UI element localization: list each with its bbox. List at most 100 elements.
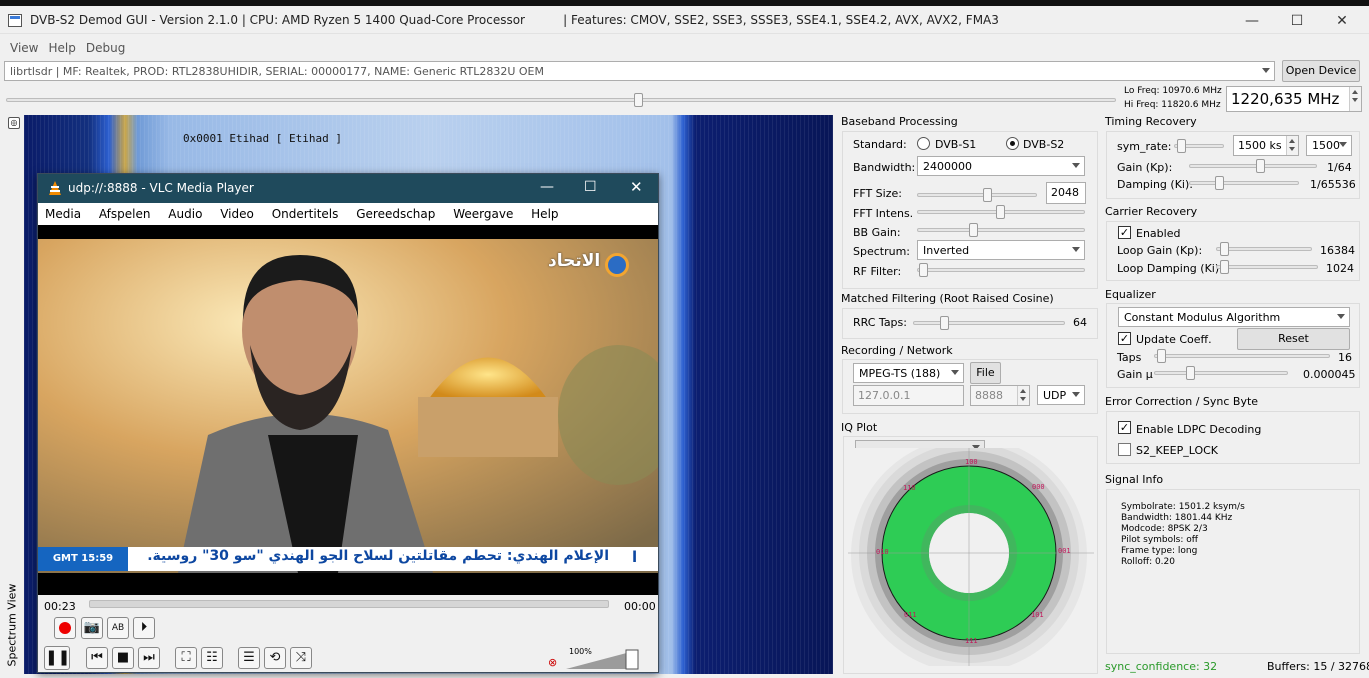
- taps-handle[interactable]: [1157, 349, 1166, 363]
- timing-damping-slider[interactable]: [1189, 176, 1299, 190]
- s2-keep-lock-checkbox[interactable]: [1118, 443, 1131, 456]
- eq-gain-handle[interactable]: [1186, 366, 1195, 380]
- spin-arrows-icon[interactable]: [1286, 136, 1298, 155]
- bb-gain-handle[interactable]: [969, 223, 978, 237]
- port-input[interactable]: 8888: [970, 385, 1030, 406]
- ldpc-label: Enable LDPC Decoding: [1136, 423, 1262, 436]
- device-select-value: librtlsdr | MF: Realtek, PROD: RTL2838UH…: [10, 65, 544, 78]
- vlc-maximize-button[interactable]: ☐: [584, 179, 597, 195]
- extended-settings-button[interactable]: ☷: [201, 647, 223, 669]
- dvb-s1-radio[interactable]: [917, 137, 930, 150]
- fft-intens-slider[interactable]: [917, 205, 1085, 219]
- vlc-window[interactable]: udp://:8888 - VLC Media Player — ☐ ✕ Med…: [37, 173, 659, 673]
- bb-gain-slider[interactable]: [917, 223, 1085, 237]
- vlc-menu-gereedschap[interactable]: Gereedschap: [349, 203, 442, 221]
- fft-size-handle[interactable]: [983, 188, 992, 202]
- timing-gain-slider[interactable]: [1189, 159, 1317, 173]
- camera-icon[interactable]: ◎: [8, 117, 20, 129]
- snapshot-button[interactable]: 📷: [81, 617, 103, 639]
- vlc-minimize-button[interactable]: —: [540, 179, 554, 195]
- playlist-button[interactable]: ☰: [238, 647, 260, 669]
- fullscreen-button[interactable]: ⛶: [175, 647, 197, 669]
- seek-bar[interactable]: [89, 600, 609, 608]
- repeat-icon: ⟲: [269, 650, 281, 665]
- vlc-menu-afspelen[interactable]: Afspelen: [92, 203, 158, 221]
- volume-slider[interactable]: [566, 648, 641, 670]
- loop-gain-slider[interactable]: [1216, 242, 1312, 256]
- reset-button[interactable]: Reset: [1237, 328, 1350, 350]
- sync-confidence: sync_confidence: 32: [1105, 660, 1218, 673]
- timing-damping-handle[interactable]: [1215, 176, 1224, 190]
- next-button[interactable]: ⏭: [138, 647, 160, 669]
- spectrum-view-tab[interactable]: Spectrum View: [2, 584, 20, 670]
- pause-button[interactable]: ❚❚: [44, 646, 70, 670]
- vlc-title: udp://:8888 - VLC Media Player: [68, 181, 254, 195]
- frame-step-button[interactable]: ⏵: [133, 617, 155, 639]
- fft-intens-handle[interactable]: [996, 205, 1005, 219]
- format-select[interactable]: MPEG-TS (188): [853, 363, 964, 383]
- ip-input[interactable]: 127.0.0.1: [853, 385, 964, 406]
- shuffle-button[interactable]: ⤨: [290, 647, 312, 669]
- rrc-taps-slider[interactable]: [913, 316, 1065, 330]
- vlc-menu-weergave[interactable]: Weergave: [446, 203, 520, 221]
- frequency-slider[interactable]: [6, 93, 1116, 107]
- timing-gain-handle[interactable]: [1256, 159, 1265, 173]
- sym-rate-handle[interactable]: [1177, 139, 1186, 153]
- previous-button[interactable]: ⏮: [86, 647, 108, 669]
- spin-arrows-icon[interactable]: [1017, 386, 1029, 405]
- signal-bandwidth: Bandwidth: 1801.44 KHz: [1121, 513, 1233, 523]
- eq-gain-slider[interactable]: [1154, 366, 1288, 380]
- sym-rate-input[interactable]: 1500 ks: [1233, 135, 1299, 156]
- taps-value: 16: [1338, 351, 1352, 364]
- carrier-enabled-checkbox[interactable]: ✓: [1118, 226, 1131, 239]
- loop-damping-handle[interactable]: [1220, 260, 1229, 274]
- vlc-menu-video[interactable]: Video: [213, 203, 261, 221]
- close-button[interactable]: ✕: [1331, 12, 1353, 30]
- mute-icon[interactable]: ⊗: [548, 656, 557, 669]
- frequency-input[interactable]: 1220,635 MHz: [1226, 86, 1362, 112]
- vlc-menu-help[interactable]: Help: [524, 203, 565, 221]
- rf-filter-handle[interactable]: [919, 263, 928, 277]
- menu-help[interactable]: Help: [43, 38, 80, 55]
- device-select[interactable]: librtlsdr | MF: Realtek, PROD: RTL2838UH…: [4, 61, 1275, 81]
- protocol-value: UDP: [1043, 389, 1067, 402]
- vlc-menu-audio[interactable]: Audio: [161, 203, 209, 221]
- spin-arrows-icon[interactable]: [1349, 87, 1361, 111]
- menu-debug[interactable]: Debug: [81, 38, 130, 55]
- loop-button[interactable]: ⟲: [264, 647, 286, 669]
- vlc-menu-media[interactable]: Media: [38, 203, 88, 221]
- sym-rate-select[interactable]: 1500: [1306, 135, 1352, 156]
- vlc-close-button[interactable]: ✕: [630, 178, 643, 196]
- record-button[interactable]: [54, 617, 76, 639]
- maximize-button[interactable]: ☐: [1286, 12, 1308, 30]
- taps-slider[interactable]: [1154, 349, 1330, 363]
- bandwidth-select[interactable]: 2400000: [917, 156, 1085, 176]
- sym-rate-slider[interactable]: [1174, 139, 1224, 153]
- fft-intens-label: FFT Intens.: [853, 207, 914, 220]
- ldpc-checkbox[interactable]: ✓: [1118, 421, 1131, 434]
- stop-button[interactable]: ■: [112, 647, 134, 669]
- loop-damping-slider[interactable]: [1216, 260, 1318, 274]
- minimize-button[interactable]: —: [1241, 12, 1263, 30]
- file-button[interactable]: File: [970, 362, 1001, 384]
- frequency-slider-handle[interactable]: [633, 93, 643, 107]
- rrc-taps-handle[interactable]: [940, 316, 949, 330]
- protocol-select[interactable]: UDP: [1037, 385, 1085, 405]
- video-area[interactable]: الاتحاد GMT 15:59 الإعلام الهندي: تحطم م…: [38, 225, 658, 595]
- ab-loop-button[interactable]: AB: [107, 617, 129, 639]
- dvb-s2-radio[interactable]: [1006, 137, 1019, 150]
- fft-size-slider[interactable]: [917, 188, 1037, 202]
- dvb-s1-label: DVB-S1: [935, 138, 977, 151]
- menu-view[interactable]: View: [0, 38, 43, 55]
- loop-gain-handle[interactable]: [1220, 242, 1229, 256]
- fft-size-label: FFT Size:: [853, 187, 902, 200]
- open-device-button[interactable]: Open Device: [1282, 60, 1360, 82]
- vlc-menu-ondertitels[interactable]: Ondertitels: [265, 203, 346, 221]
- fft-size-input[interactable]: 2048: [1046, 182, 1086, 204]
- rf-filter-slider[interactable]: [917, 263, 1085, 277]
- update-coeff-checkbox[interactable]: ✓: [1118, 332, 1131, 345]
- equalizer-title: Equalizer: [1105, 288, 1156, 301]
- spectrum-select[interactable]: Inverted: [917, 240, 1085, 260]
- equalizer-algorithm-select[interactable]: Constant Modulus Algorithm: [1118, 307, 1350, 327]
- port-value: 8888: [975, 389, 1003, 402]
